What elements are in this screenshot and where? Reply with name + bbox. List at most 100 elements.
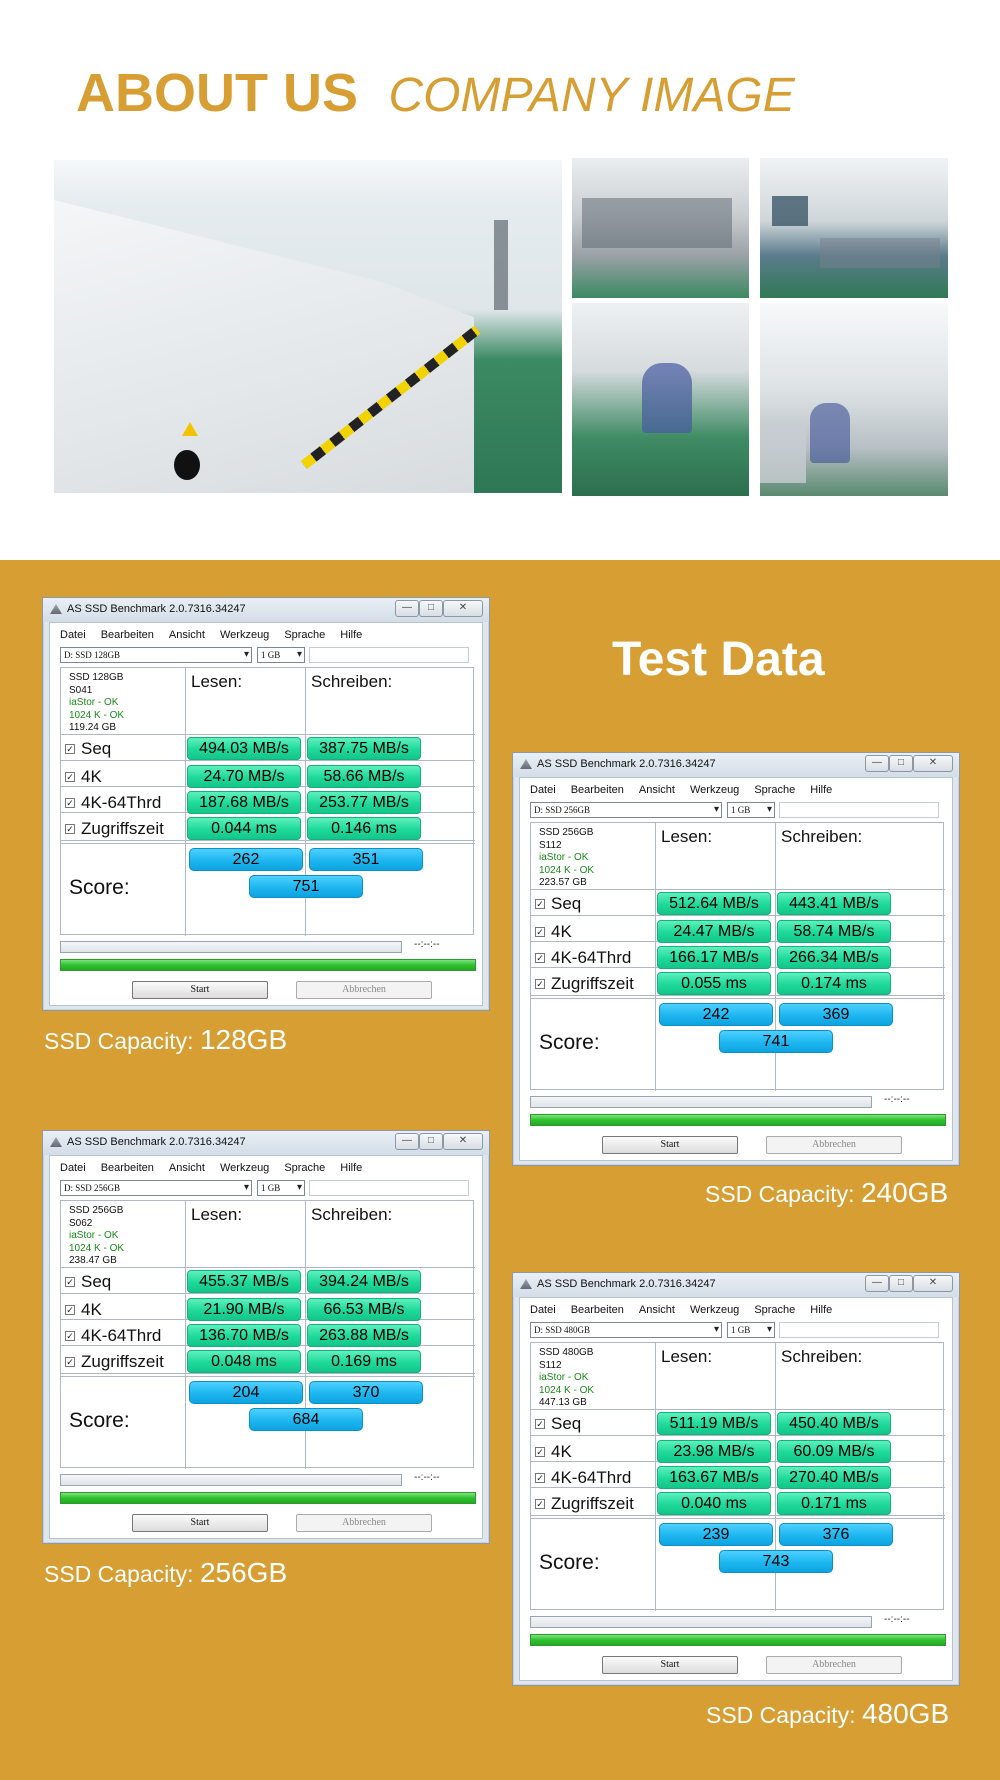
test-row-label[interactable]: ✓ 4K — [65, 1300, 102, 1320]
menu-item[interactable]: Datei — [530, 784, 556, 796]
menu-item[interactable]: Hilfe — [810, 784, 832, 796]
test-row-label[interactable]: ✓ Seq — [65, 1272, 111, 1292]
factory-photo-monitor-station — [760, 158, 948, 298]
menu-item[interactable]: Bearbeiten — [101, 1162, 154, 1174]
menu-item[interactable]: Hilfe — [340, 629, 362, 641]
drive-select[interactable]: D: SSD 480GB — [530, 1322, 722, 1338]
close-button[interactable]: ✕ — [913, 755, 953, 772]
abort-button[interactable]: Abbrechen — [296, 981, 432, 999]
test-row-label[interactable]: ✓ Zugriffszeit — [65, 819, 164, 839]
firmware-version: S112 — [539, 839, 562, 851]
menu-item[interactable]: Sprache — [754, 784, 795, 796]
drive-info-field[interactable] — [309, 1180, 469, 1196]
menu-item[interactable]: Hilfe — [810, 1304, 832, 1316]
menu-item[interactable]: Bearbeiten — [101, 629, 154, 641]
start-button[interactable]: Start — [132, 981, 268, 999]
checkbox-checked-icon[interactable]: ✓ — [65, 772, 75, 782]
checkbox-checked-icon[interactable]: ✓ — [65, 798, 75, 808]
checkbox-checked-icon[interactable]: ✓ — [535, 899, 545, 909]
window-titlebar[interactable]: AS SSD Benchmark 2.0.7316.34247 — □ ✕ — [43, 1131, 489, 1155]
abort-button[interactable]: Abbrechen — [766, 1136, 902, 1154]
checkbox-checked-icon[interactable]: ✓ — [65, 1305, 75, 1315]
benchmark-window-128gb: AS SSD Benchmark 2.0.7316.34247 — □ ✕ Datei B… — [42, 597, 490, 1011]
checkbox-checked-icon[interactable]: ✓ — [535, 1473, 545, 1483]
maximize-button[interactable]: □ — [889, 1275, 913, 1292]
checkbox-checked-icon[interactable]: ✓ — [535, 1447, 545, 1457]
menu-item[interactable]: Ansicht — [169, 1162, 205, 1174]
checkbox-checked-icon[interactable]: ✓ — [65, 1331, 75, 1341]
close-button[interactable]: ✕ — [443, 600, 483, 617]
checkbox-checked-icon[interactable]: ✓ — [535, 979, 545, 989]
capacity-caption-value: 256GB — [199, 1557, 288, 1588]
menu-item[interactable]: Werkzeug — [220, 629, 269, 641]
status-bar — [530, 1634, 946, 1646]
minimize-button[interactable]: — — [395, 600, 419, 617]
close-button[interactable]: ✕ — [913, 1275, 953, 1292]
window-titlebar[interactable]: AS SSD Benchmark 2.0.7316.34247 — □ ✕ — [43, 598, 489, 622]
checkbox-checked-icon[interactable]: ✓ — [65, 1277, 75, 1287]
minimize-button[interactable]: — — [395, 1133, 419, 1150]
test-row-label[interactable]: ✓ Seq — [535, 894, 581, 914]
test-row-label[interactable]: ✓ 4K — [535, 922, 572, 942]
menu-item[interactable]: Datei — [60, 629, 86, 641]
test-row-label[interactable]: ✓ 4K — [65, 767, 102, 787]
test-name: 4K-64Thrd — [81, 1326, 162, 1345]
checkbox-checked-icon[interactable]: ✓ — [65, 824, 75, 834]
minimize-button[interactable]: — — [865, 1275, 889, 1292]
maximize-button[interactable]: □ — [419, 1133, 443, 1150]
checkbox-checked-icon[interactable]: ✓ — [535, 953, 545, 963]
test-row-label[interactable]: ✓ Zugriffszeit — [65, 1352, 164, 1372]
read-column-header: Lesen: — [191, 1205, 243, 1224]
test-size-select[interactable]: 1 GB — [727, 1322, 775, 1338]
maximize-button[interactable]: □ — [419, 600, 443, 617]
menu-item[interactable]: Hilfe — [340, 1162, 362, 1174]
menu-item[interactable]: Werkzeug — [690, 1304, 739, 1316]
test-row-label[interactable]: ✓ 4K-64Thrd — [65, 1326, 161, 1346]
start-button[interactable]: Start — [132, 1514, 268, 1532]
start-button[interactable]: Start — [602, 1136, 738, 1154]
menu-item[interactable]: Ansicht — [639, 784, 675, 796]
menu-item[interactable]: Ansicht — [169, 629, 205, 641]
menu-item[interactable]: Bearbeiten — [571, 1304, 624, 1316]
menu-item[interactable]: Sprache — [284, 629, 325, 641]
test-row-label[interactable]: ✓ Zugriffszeit — [535, 1494, 634, 1514]
test-row-label[interactable]: ✓ Seq — [535, 1414, 581, 1434]
test-row-label[interactable]: ✓ 4K-64Thrd — [65, 793, 161, 813]
menu-item[interactable]: Datei — [530, 1304, 556, 1316]
drive-select[interactable]: D: SSD 128GB — [60, 647, 252, 663]
drive-select[interactable]: D: SSD 256GB — [60, 1180, 252, 1196]
menu-item[interactable]: Sprache — [284, 1162, 325, 1174]
menu-item[interactable]: Bearbeiten — [571, 784, 624, 796]
abort-button[interactable]: Abbrechen — [766, 1656, 902, 1674]
menu-item[interactable]: Werkzeug — [690, 784, 739, 796]
test-size-select[interactable]: 1 GB — [727, 802, 775, 818]
window-titlebar[interactable]: AS SSD Benchmark 2.0.7316.34247 — □ ✕ — [513, 753, 959, 777]
test-size-select[interactable]: 1 GB — [257, 647, 305, 663]
window-title: AS SSD Benchmark 2.0.7316.34247 — [537, 758, 716, 770]
drive-info-field[interactable] — [309, 647, 469, 663]
test-row-label[interactable]: ✓ 4K — [535, 1442, 572, 1462]
checkbox-checked-icon[interactable]: ✓ — [65, 744, 75, 754]
test-row-label[interactable]: ✓ Zugriffszeit — [535, 974, 634, 994]
maximize-button[interactable]: □ — [889, 755, 913, 772]
checkbox-checked-icon[interactable]: ✓ — [535, 1419, 545, 1429]
test-row-label[interactable]: ✓ 4K-64Thrd — [535, 948, 631, 968]
drive-info-field[interactable] — [779, 1322, 939, 1338]
drive-info-field[interactable] — [779, 802, 939, 818]
checkbox-checked-icon[interactable]: ✓ — [535, 927, 545, 937]
drive-select[interactable]: D: SSD 256GB — [530, 802, 722, 818]
checkbox-checked-icon[interactable]: ✓ — [535, 1499, 545, 1509]
menu-item[interactable]: Sprache — [754, 1304, 795, 1316]
menu-item[interactable]: Werkzeug — [220, 1162, 269, 1174]
checkbox-checked-icon[interactable]: ✓ — [65, 1357, 75, 1367]
test-row-label[interactable]: ✓ 4K-64Thrd — [535, 1468, 631, 1488]
minimize-button[interactable]: — — [865, 755, 889, 772]
menu-item[interactable]: Datei — [60, 1162, 86, 1174]
start-button[interactable]: Start — [602, 1656, 738, 1674]
abort-button[interactable]: Abbrechen — [296, 1514, 432, 1532]
close-button[interactable]: ✕ — [443, 1133, 483, 1150]
window-titlebar[interactable]: AS SSD Benchmark 2.0.7316.34247 — □ ✕ — [513, 1273, 959, 1297]
menu-item[interactable]: Ansicht — [639, 1304, 675, 1316]
test-size-select[interactable]: 1 GB — [257, 1180, 305, 1196]
test-row-label[interactable]: ✓ Seq — [65, 739, 111, 759]
